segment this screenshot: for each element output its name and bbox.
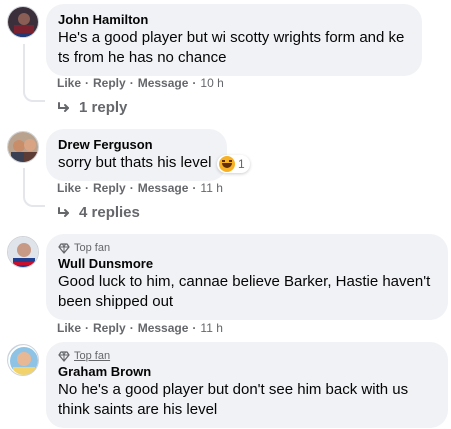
diamond-badge-icon <box>58 350 70 362</box>
timestamp[interactable]: 11 h <box>200 321 222 335</box>
thread-connector <box>23 44 45 102</box>
comment-bubble: John Hamilton He's a good player but wi … <box>46 4 422 76</box>
comment-author[interactable]: John Hamilton <box>58 11 410 28</box>
separator: · <box>129 76 134 90</box>
reply-arrow-icon <box>58 206 69 217</box>
comment-actions: Like · Reply · Message · 10 h <box>57 76 224 90</box>
reaction-count: 1 <box>238 157 245 171</box>
replies-count: 4 replies <box>79 204 140 221</box>
reply-button[interactable]: Reply <box>93 76 126 90</box>
comment-text: Good luck to him, cannae believe Barker,… <box>58 273 431 310</box>
reply-button[interactable]: Reply <box>93 321 126 335</box>
thread-connector <box>23 168 45 207</box>
comment-author[interactable]: Graham Brown <box>58 363 436 380</box>
view-replies-button[interactable]: 1 reply <box>57 99 127 116</box>
comment-actions: Like · Reply · Message · 11 h <box>57 321 223 335</box>
comment-actions: Like · Reply · Message · 11 h <box>57 181 223 195</box>
comment-author[interactable]: Wull Dunsmore <box>58 255 436 272</box>
separator: · <box>85 76 90 90</box>
top-fan-label: Top fan <box>74 350 111 362</box>
top-fan-badge[interactable]: Top fan <box>58 349 436 363</box>
diamond-badge-icon <box>58 242 70 254</box>
top-fan-label: Top fan <box>74 242 111 254</box>
message-button[interactable]: Message <box>138 76 189 90</box>
separator: · <box>85 321 90 335</box>
haha-reaction-icon <box>219 156 235 172</box>
separator: · <box>129 181 134 195</box>
view-replies-button[interactable]: 4 replies <box>57 204 140 221</box>
timestamp[interactable]: 11 h <box>200 181 222 195</box>
separator: · <box>129 321 134 335</box>
reply-arrow-icon <box>58 101 69 112</box>
comment-text: No he's a good player but don't see him … <box>58 381 409 418</box>
avatar[interactable] <box>7 236 39 268</box>
separator: · <box>192 76 197 90</box>
timestamp[interactable]: 10 h <box>200 76 223 90</box>
comment-bubble: Drew Ferguson sorry but thats his level <box>46 129 227 181</box>
comment-text: sorry but thats his level <box>58 154 212 171</box>
like-button[interactable]: Like <box>57 321 81 335</box>
top-fan-badge[interactable]: Top fan <box>58 241 436 255</box>
message-button[interactable]: Message <box>138 181 189 195</box>
comment-text: He's a good player but wi scotty wrights… <box>58 29 405 66</box>
comment-bubble: Top fan Graham Brown No he's a good play… <box>46 342 448 428</box>
reply-button[interactable]: Reply <box>93 181 126 195</box>
separator: · <box>192 181 197 195</box>
like-button[interactable]: Like <box>57 181 81 195</box>
like-button[interactable]: Like <box>57 76 81 90</box>
message-button[interactable]: Message <box>138 321 189 335</box>
separator: · <box>85 181 90 195</box>
comment-author[interactable]: Drew Ferguson <box>58 136 215 153</box>
comment-bubble: Top fan Wull Dunsmore Good luck to him, … <box>46 234 448 320</box>
avatar[interactable] <box>7 131 39 163</box>
avatar[interactable] <box>7 6 39 38</box>
replies-count: 1 reply <box>79 99 128 116</box>
separator: · <box>192 321 197 335</box>
avatar[interactable] <box>7 344 39 376</box>
reaction-summary[interactable]: 1 <box>217 155 250 173</box>
